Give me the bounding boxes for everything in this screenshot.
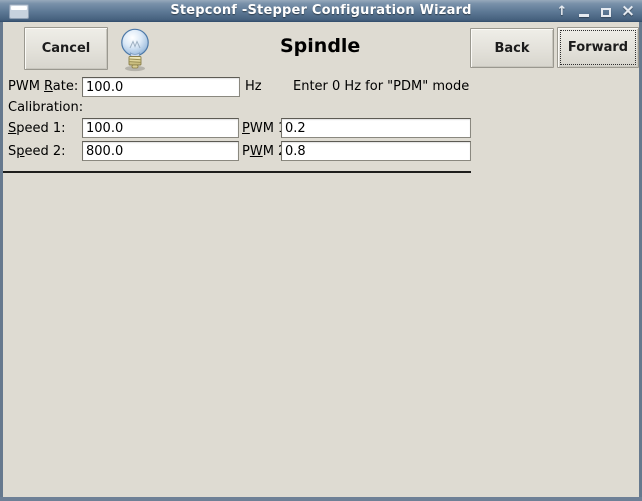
pwm-rate-label-post: ate: xyxy=(53,79,78,94)
shade-icon: ↑ xyxy=(557,5,568,18)
forward-button[interactable]: Forward xyxy=(557,27,639,68)
pdm-hint-label: Enter 0 Hz for "PDM" mode xyxy=(293,79,469,95)
window-border-bottom[interactable] xyxy=(0,497,642,501)
pwm2-label-mnemonic: W xyxy=(250,144,263,159)
speed1-label-post: peed 1: xyxy=(16,121,65,136)
pwm2-input[interactable] xyxy=(281,141,471,161)
cancel-button[interactable]: Cancel xyxy=(24,27,108,70)
window-controls: ↑ × xyxy=(555,0,635,22)
hz-unit-label: Hz xyxy=(245,79,262,95)
pwm-rate-label: PWM Rate: xyxy=(8,79,78,95)
minimize-button[interactable] xyxy=(577,1,591,21)
close-button[interactable]: × xyxy=(621,1,635,21)
separator-line xyxy=(2,171,471,173)
minimize-icon xyxy=(579,14,589,17)
speed1-label: Speed 1: xyxy=(8,121,66,137)
pwm-rate-label-pre: PWM xyxy=(8,79,44,94)
speed2-label: Speed 2: xyxy=(8,144,66,160)
maximize-button[interactable] xyxy=(599,1,613,21)
titlebar[interactable]: Stepconf -Stepper Configuration Wizard ↑… xyxy=(0,0,642,22)
page-title: Spindle xyxy=(280,35,360,57)
pwm1-input[interactable] xyxy=(281,118,471,138)
stepconf-window: Stepconf -Stepper Configuration Wizard ↑… xyxy=(0,0,642,501)
shade-button[interactable]: ↑ xyxy=(555,1,569,21)
pwm2-label-pre: P xyxy=(242,144,250,159)
close-icon: × xyxy=(621,3,635,20)
window-title: Stepconf -Stepper Configuration Wizard xyxy=(0,0,642,22)
calibration-label: Calibration: xyxy=(8,100,83,116)
speed2-label-mnemonic: p xyxy=(16,144,24,159)
window-border-left xyxy=(0,22,3,501)
pwm-rate-input[interactable] xyxy=(82,77,240,97)
maximize-icon xyxy=(601,8,611,17)
speed2-label-post: eed 2: xyxy=(25,144,66,159)
pwm-rate-label-mnemonic: R xyxy=(44,79,53,94)
speed2-input[interactable] xyxy=(82,141,239,161)
lightbulb-icon xyxy=(112,26,158,72)
pwm1-label-mnemonic: P xyxy=(242,121,250,136)
back-button[interactable]: Back xyxy=(470,28,554,68)
speed1-input[interactable] xyxy=(82,118,239,138)
